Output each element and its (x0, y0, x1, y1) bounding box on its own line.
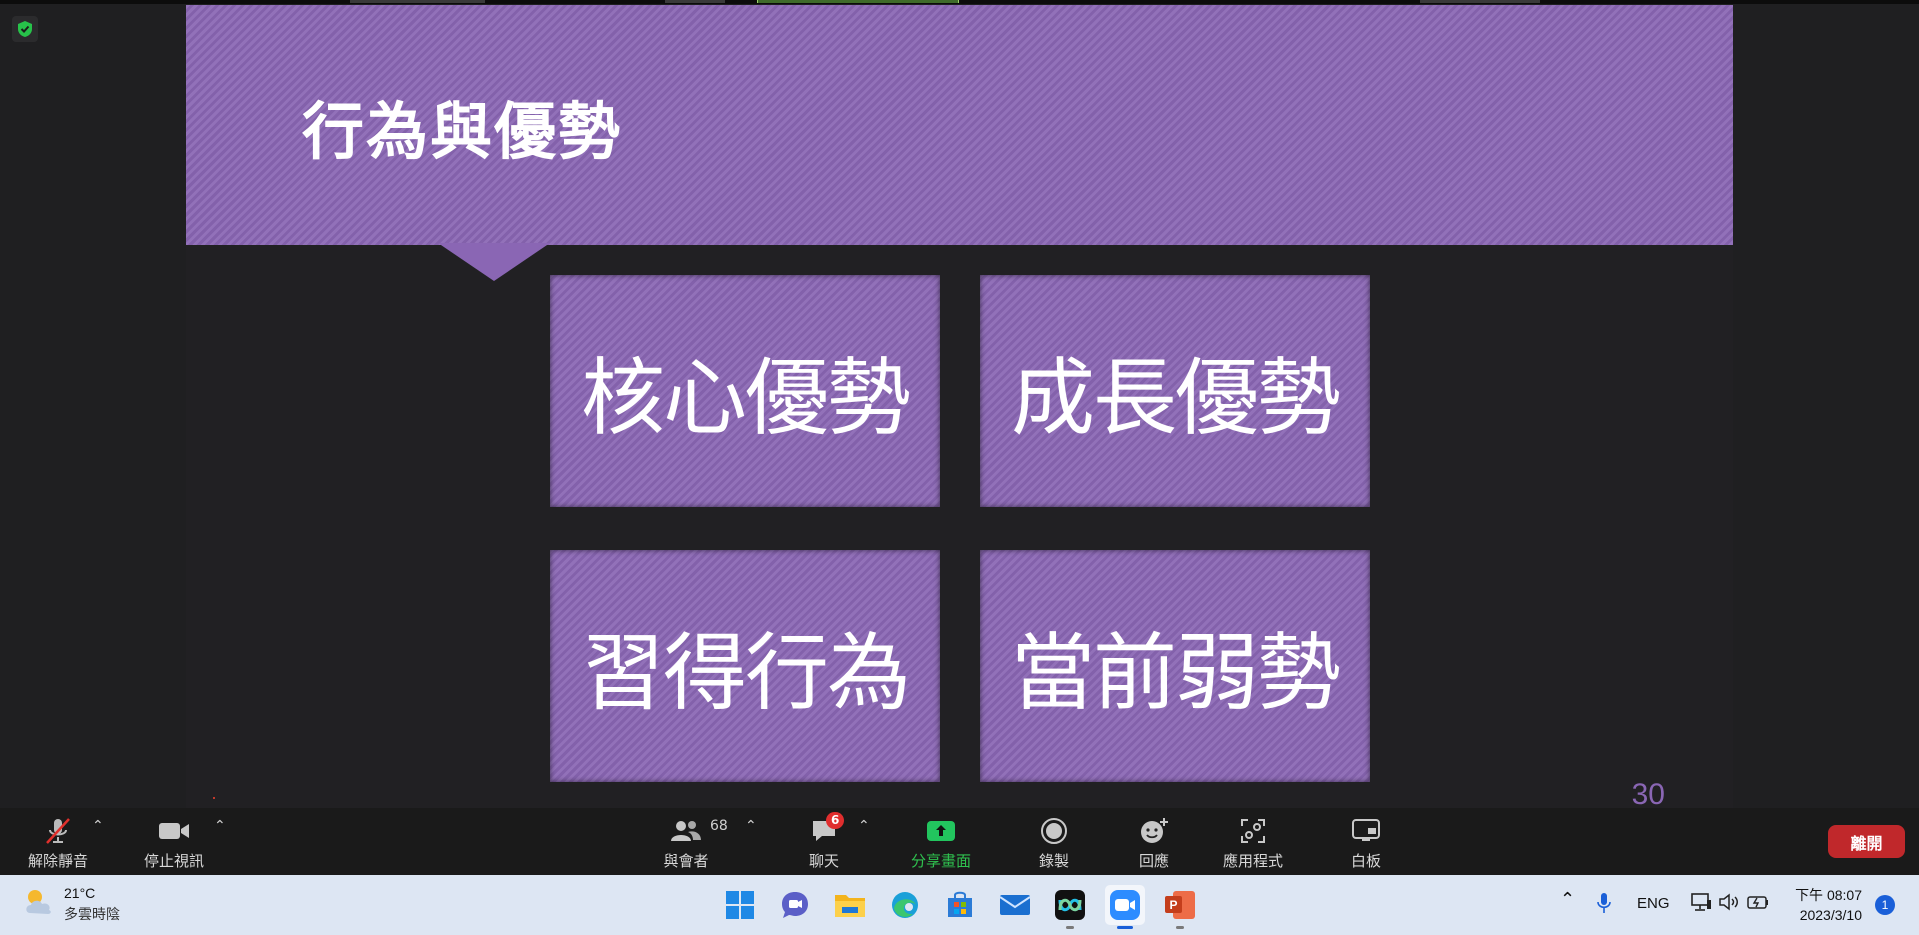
slide-page-number: 30 (1631, 778, 1665, 811)
record-label: 錄製 (1038, 852, 1069, 870)
stop-video-label: 停止視訊 (143, 852, 204, 870)
partly-cloudy-icon (26, 890, 51, 914)
mail-icon (999, 895, 1031, 915)
clock-time: 下午 08:07 (1795, 887, 1862, 903)
strip-segment (1420, 0, 1540, 3)
strip-segment (350, 0, 485, 3)
strength-box: 當前弱勢 (980, 550, 1370, 782)
microsoft-store-icon (948, 891, 972, 917)
input-language[interactable]: ENG (1637, 895, 1670, 912)
video-options-caret[interactable]: ⌃ (214, 818, 226, 834)
share-screen-label: 分享畫面 (910, 852, 971, 870)
battery-icon[interactable] (1746, 892, 1770, 916)
apps-label: 應用程式 (1222, 852, 1283, 870)
strip-green-segment (757, 0, 959, 3)
start-icon (726, 891, 754, 919)
record-button[interactable]: 錄製 (1036, 816, 1072, 871)
windows-taskbar: 21°C 多雲時陰 P ⌃ ENG 下午 08:07 2023/3/10 1 (0, 875, 1919, 935)
participants-label: 與會者 (663, 852, 709, 870)
powerpoint-icon: P (1165, 896, 1182, 913)
participants-options-caret[interactable]: ⌃ (745, 818, 757, 834)
smiley-plus-icon (1141, 818, 1168, 843)
participants-button[interactable]: 68 與會者 (660, 816, 727, 871)
chat-unread-badge: 6 (826, 812, 845, 829)
slide-title: 行為與優勢 (302, 95, 623, 168)
start-button[interactable] (720, 885, 760, 925)
encryption-shield-icon[interactable] (12, 16, 38, 42)
webex-button[interactable] (1050, 885, 1090, 929)
weather-description: 多雲時陰 (64, 906, 120, 922)
chat-label: 聊天 (808, 852, 839, 870)
powerpoint-button[interactable]: P (1160, 885, 1200, 929)
strip-segment (665, 0, 725, 3)
record-icon (1041, 818, 1067, 844)
share-screen-button[interactable]: 分享畫面 (906, 816, 976, 871)
participants-count: 68 (710, 818, 728, 834)
mail-button[interactable] (995, 885, 1035, 925)
muted-microphone-icon (46, 818, 70, 844)
chat-button[interactable]: 6 聊天 (804, 812, 845, 871)
edge-icon (892, 892, 918, 918)
reactions-label: 回應 (1138, 852, 1169, 870)
microphone-in-use-icon[interactable] (1597, 892, 1611, 918)
participants-icon (671, 821, 701, 841)
top-edge-strip (0, 0, 1919, 4)
apps-icon (1241, 819, 1265, 843)
whiteboard-button[interactable]: 白板 (1348, 816, 1384, 871)
laser-pointer-dot (213, 797, 215, 799)
apps-button[interactable]: 應用程式 (1220, 816, 1286, 871)
file-explorer-button[interactable] (830, 885, 870, 925)
zoom-button[interactable] (1105, 885, 1145, 929)
unmute-button[interactable]: 解除靜音 (26, 816, 90, 871)
whiteboard-label: 白板 (1350, 852, 1381, 870)
show-hidden-icons-chevron-icon[interactable]: ⌃ (1560, 889, 1575, 910)
audio-options-caret[interactable]: ⌃ (92, 818, 104, 834)
slide-header-notch (438, 243, 550, 281)
strength-box: 習得行為 (550, 550, 940, 782)
weather-temperature: 21°C (64, 885, 96, 901)
whiteboard-icon (1352, 819, 1380, 841)
webex-icon (1058, 898, 1082, 912)
reactions-button[interactable]: 回應 (1136, 816, 1172, 871)
file-explorer-icon (835, 895, 865, 917)
shared-slide: 行為與優勢 核心優勢 成長優勢 習得行為 當前弱勢 30 (186, 5, 1733, 811)
strength-box: 成長優勢 (980, 275, 1370, 507)
edge-button[interactable] (885, 885, 925, 925)
meeting-toolbar: 解除靜音 ⌃ 停止視訊 ⌃ 68 與會者 ⌃ 6 聊天 ⌃ 分享畫面 錄製 回應… (0, 808, 1919, 875)
system-clock[interactable]: 下午 08:07 2023/3/10 (1790, 885, 1862, 925)
network-icon[interactable] (1690, 892, 1712, 916)
strength-box: 核心優勢 (550, 275, 940, 507)
video-camera-icon (159, 823, 189, 839)
volume-icon[interactable] (1718, 892, 1740, 916)
teams-chat-icon (782, 892, 808, 918)
weather-widget[interactable]: 21°C 多雲時陰 (22, 885, 120, 924)
leave-meeting-button[interactable]: 離開 (1828, 825, 1905, 858)
chat-options-caret[interactable]: ⌃ (858, 818, 870, 834)
microsoft-store-button[interactable] (940, 885, 980, 925)
teams-chat-button[interactable] (775, 885, 815, 925)
share-screen-icon (927, 821, 955, 841)
unmute-label: 解除靜音 (27, 852, 88, 870)
notification-badge[interactable]: 1 (1875, 895, 1895, 915)
zoom-icon (1115, 899, 1135, 911)
clock-date: 2023/3/10 (1799, 907, 1862, 923)
stop-video-button[interactable]: 停止視訊 (142, 816, 206, 871)
